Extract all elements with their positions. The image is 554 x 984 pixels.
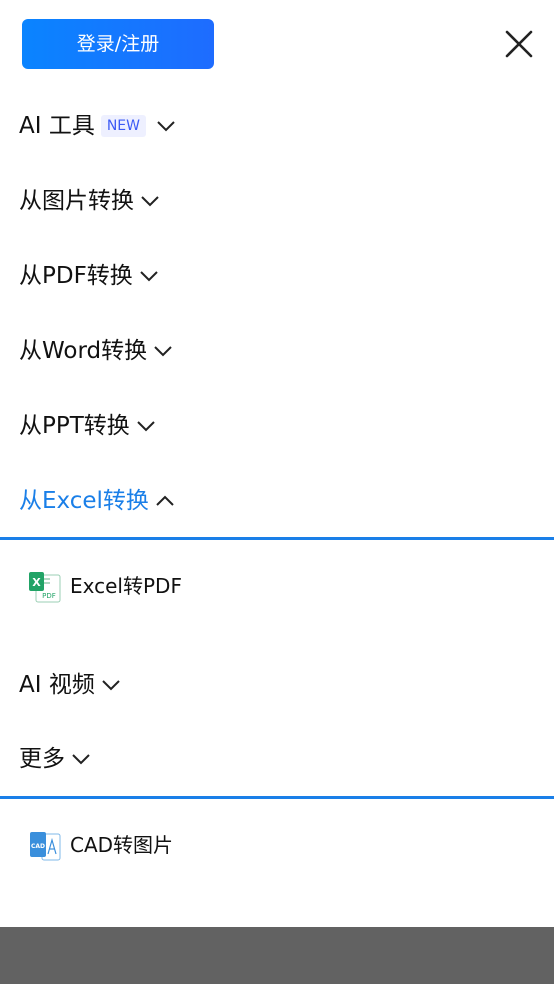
submenu-label: Excel转PDF bbox=[70, 574, 182, 598]
svg-text:PDF: PDF bbox=[42, 592, 56, 600]
menu-label: 从Word转换 bbox=[19, 338, 148, 364]
close-icon bbox=[503, 28, 535, 60]
menu-item-from-word[interactable]: 从Word转换 bbox=[19, 331, 173, 371]
excel-to-pdf-icon: X PDF bbox=[28, 569, 62, 603]
menu-item-more[interactable]: 更多 bbox=[19, 739, 91, 779]
chevron-down-icon bbox=[153, 341, 173, 361]
menu-item-from-pdf[interactable]: 从PDF转换 bbox=[19, 256, 159, 296]
chevron-down-icon bbox=[71, 749, 91, 769]
menu-item-ai-tools[interactable]: AI 工具 NEW bbox=[19, 106, 176, 146]
menu-label: AI 视频 bbox=[19, 672, 95, 698]
submenu-item-excel-to-pdf[interactable]: X PDF Excel转PDF bbox=[28, 566, 182, 606]
login-register-button[interactable]: 登录/注册 bbox=[22, 19, 214, 69]
menu-item-ai-video[interactable]: AI 视频 bbox=[19, 665, 121, 705]
menu-item-from-ppt[interactable]: 从PPT转换 bbox=[19, 406, 156, 446]
menu-item-from-image[interactable]: 从图片转换 bbox=[19, 181, 160, 221]
svg-text:CAD: CAD bbox=[31, 843, 45, 850]
chevron-up-icon bbox=[155, 491, 175, 511]
svg-text:X: X bbox=[32, 576, 41, 589]
cad-to-image-icon: CAD bbox=[28, 828, 62, 862]
close-button[interactable] bbox=[503, 28, 535, 60]
menu-label: 从图片转换 bbox=[19, 188, 134, 214]
submenu-item-cad-to-image[interactable]: CAD CAD转图片 bbox=[28, 825, 173, 865]
chevron-down-icon bbox=[140, 191, 160, 211]
menu-label: 从Excel转换 bbox=[19, 488, 149, 514]
menu-item-from-excel[interactable]: 从Excel转换 bbox=[19, 481, 175, 521]
menu-label: 从PDF转换 bbox=[19, 263, 133, 289]
menu-label: 更多 bbox=[19, 746, 65, 772]
dimmed-overlay bbox=[0, 927, 554, 984]
chevron-down-icon bbox=[136, 416, 156, 436]
section-divider bbox=[0, 537, 554, 540]
menu-label: 从PPT转换 bbox=[19, 413, 130, 439]
menu-label: AI 工具 bbox=[19, 113, 95, 139]
submenu-label: CAD转图片 bbox=[70, 833, 174, 857]
section-divider bbox=[0, 796, 554, 799]
chevron-down-icon bbox=[139, 266, 159, 286]
chevron-down-icon bbox=[101, 675, 121, 695]
chevron-down-icon bbox=[156, 116, 176, 136]
new-badge: NEW bbox=[100, 115, 146, 137]
